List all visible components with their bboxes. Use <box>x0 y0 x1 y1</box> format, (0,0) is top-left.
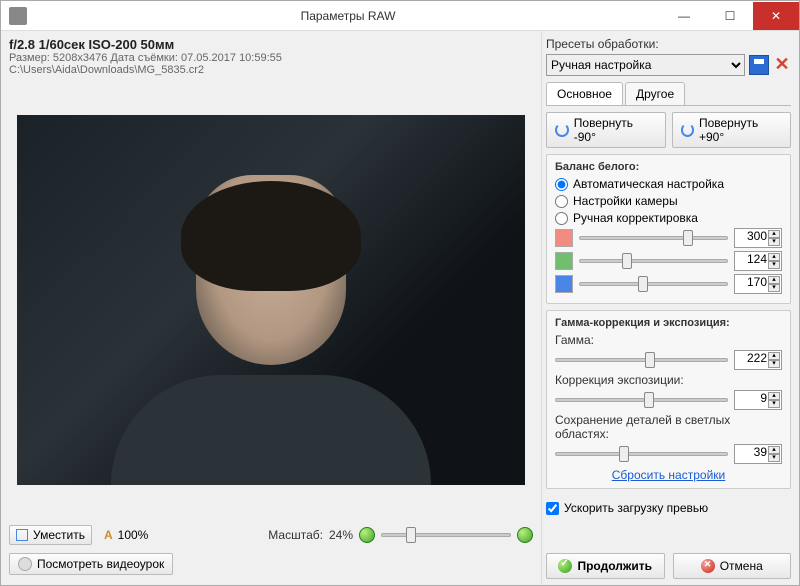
green-value[interactable]: 124▴▾ <box>734 251 782 271</box>
preview-area <box>9 84 533 515</box>
ok-label: Продолжить <box>577 559 652 573</box>
preview-image[interactable] <box>17 115 525 485</box>
delete-preset-button[interactable]: ✕ <box>773 56 791 74</box>
wb-title: Баланс белого: <box>555 161 782 173</box>
red-value[interactable]: 300▴▾ <box>734 228 782 248</box>
blue-slider[interactable] <box>579 282 728 286</box>
path-line: C:\Users\Aida\Downloads\MG_5835.cr2 <box>9 64 533 76</box>
rotate-left-icon <box>555 123 569 137</box>
zoom-in-button[interactable] <box>517 527 533 543</box>
save-preset-button[interactable] <box>749 55 769 75</box>
cancel-button[interactable]: Отмена <box>673 553 792 579</box>
gamma-group: Гамма-коррекция и экспозиция: Гамма: 222… <box>546 310 791 489</box>
tab-other[interactable]: Другое <box>625 82 685 105</box>
rotate-right-button[interactable]: Повернуть +90° <box>672 112 792 148</box>
wb-auto-radio[interactable]: Автоматическая настройка <box>555 177 782 191</box>
left-panel: f/2.8 1/60сек ISO-200 50мм Размер: 5208x… <box>1 31 541 585</box>
exif-line: f/2.8 1/60сек ISO-200 50мм <box>9 37 533 52</box>
fit-label: Уместить <box>33 528 85 542</box>
white-balance-group: Баланс белого: Автоматическая настройка … <box>546 154 791 304</box>
red-swatch <box>555 229 573 247</box>
close-button[interactable]: ✕ <box>753 2 799 30</box>
wb-camera-radio[interactable]: Настройки камеры <box>555 194 782 208</box>
wb-manual-label: Ручная корректировка <box>573 211 698 225</box>
green-slider[interactable] <box>579 259 728 263</box>
fast-preview-checkbox[interactable]: Ускорить загрузку превью <box>546 501 791 515</box>
tabs: Основное Другое <box>546 82 791 106</box>
fast-preview-label: Ускорить загрузку превью <box>564 501 708 515</box>
zoom-slider[interactable] <box>381 533 511 537</box>
tab-main[interactable]: Основное <box>546 82 623 105</box>
rotate-left-label: Повернуть -90° <box>574 116 657 144</box>
wb-camera-label: Настройки камеры <box>573 194 678 208</box>
rotate-right-label: Повернуть +90° <box>699 116 782 144</box>
gamma-label: Гамма: <box>555 333 782 347</box>
titlebar: Параметры RAW — ☐ ✕ <box>1 1 799 31</box>
ok-icon <box>558 559 572 573</box>
fit-icon <box>16 529 28 541</box>
wb-auto-label: Автоматическая настройка <box>573 177 724 191</box>
gamma-slider[interactable] <box>555 358 728 362</box>
image-info: f/2.8 1/60сек ISO-200 50мм Размер: 5208x… <box>9 37 533 76</box>
zoom-out-button[interactable] <box>359 527 375 543</box>
video-tutorial-button[interactable]: Посмотреть видеоурок <box>9 553 173 575</box>
app-icon <box>9 7 27 25</box>
blue-swatch <box>555 275 573 293</box>
maximize-button[interactable]: ☐ <box>707 2 753 30</box>
green-swatch <box>555 252 573 270</box>
window-controls: — ☐ ✕ <box>661 2 799 30</box>
highlight-value[interactable]: 39▴▾ <box>734 444 782 464</box>
scale-value: 24% <box>329 528 353 542</box>
size-date-line: Размер: 5208x3476 Дата съёмки: 07.05.201… <box>9 52 533 64</box>
presets-label: Пресеты обработки: <box>546 37 791 51</box>
highlight-slider[interactable] <box>555 452 728 456</box>
minimize-button[interactable]: — <box>661 2 707 30</box>
exposure-label: Коррекция экспозиции: <box>555 373 782 387</box>
zoom-100-label: 100% <box>118 528 149 542</box>
red-slider[interactable] <box>579 236 728 240</box>
rotate-right-icon <box>681 123 694 137</box>
zoom-100-button[interactable]: A 100% <box>98 526 154 544</box>
ok-button[interactable]: Продолжить <box>546 553 665 579</box>
cancel-label: Отмена <box>720 559 763 573</box>
highlight-label: Сохранение деталей в светлых областях: <box>555 413 782 441</box>
exposure-value[interactable]: 9▴▾ <box>734 390 782 410</box>
rotate-left-button[interactable]: Повернуть -90° <box>546 112 666 148</box>
right-panel: Пресеты обработки: Ручная настройка ✕ Ос… <box>541 31 799 585</box>
fit-button[interactable]: Уместить <box>9 525 92 545</box>
video-icon <box>18 557 32 571</box>
window-title: Параметры RAW <box>35 9 661 23</box>
scale-label: Масштаб: <box>268 528 323 542</box>
exposure-slider[interactable] <box>555 398 728 402</box>
gamma-value[interactable]: 222▴▾ <box>734 350 782 370</box>
wb-manual-radio[interactable]: Ручная корректировка <box>555 211 782 225</box>
reset-link[interactable]: Сбросить настройки <box>612 468 725 482</box>
a-icon: A <box>104 528 113 542</box>
video-label: Посмотреть видеоурок <box>37 557 164 571</box>
blue-value[interactable]: 170▴▾ <box>734 274 782 294</box>
gamma-title: Гамма-коррекция и экспозиция: <box>555 317 782 329</box>
cancel-icon <box>701 559 715 573</box>
presets-select[interactable]: Ручная настройка <box>546 54 745 76</box>
